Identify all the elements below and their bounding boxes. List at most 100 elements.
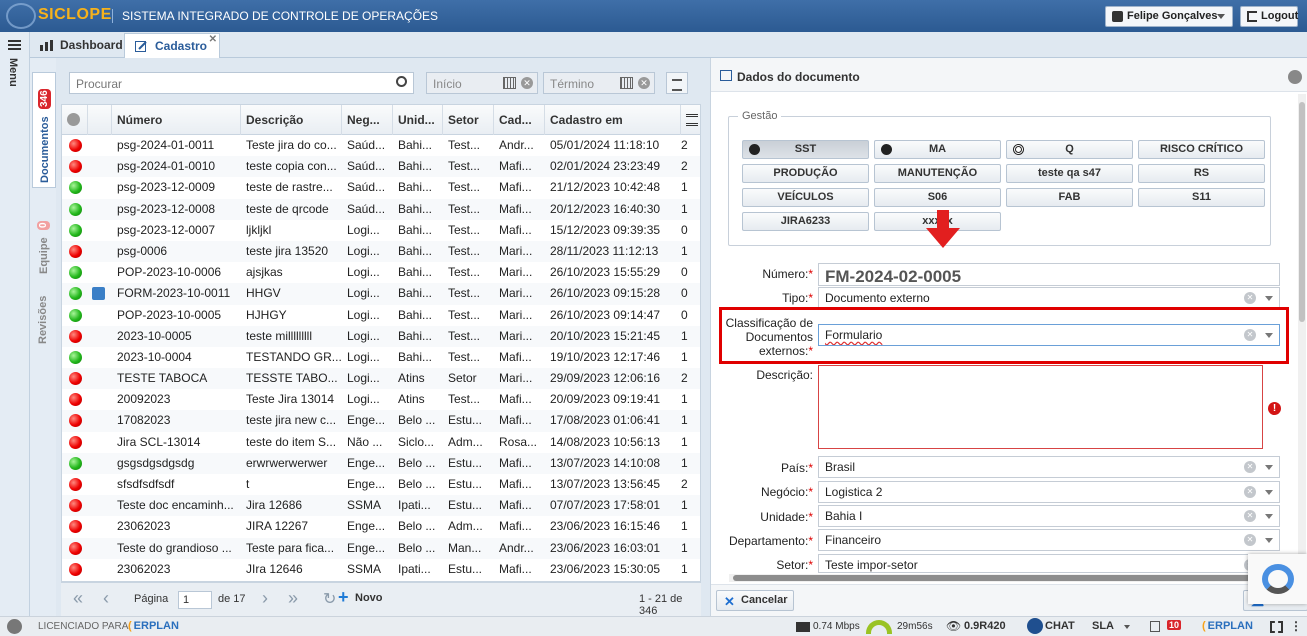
end-date-field[interactable]: Término ✕ xyxy=(543,72,655,94)
col-numero[interactable]: Número xyxy=(112,105,241,135)
clear-icon[interactable]: ✕ xyxy=(521,77,533,89)
search-input[interactable]: Procurar xyxy=(69,72,414,94)
logout-button[interactable]: Logout xyxy=(1240,6,1298,27)
next-page-icon[interactable]: › xyxy=(262,588,268,609)
cancel-button[interactable]: ✕ Cancelar xyxy=(716,590,795,611)
table-row[interactable]: 23062023 JIRA 12267 Enge... Belo ... Adm... M… xyxy=(62,516,700,537)
chat-icon[interactable] xyxy=(1027,618,1043,634)
table-row[interactable]: 23062023 JIra 12646 SSMA Ipati... Estu... Maf… xyxy=(62,559,700,580)
table-row[interactable]: Teste do grandioso ... Teste para fica...… xyxy=(62,537,700,559)
search-icon[interactable] xyxy=(396,76,407,87)
expand-icon[interactable] xyxy=(7,619,22,634)
table-row[interactable]: POP-2023-10-0005 HJHGY Logi... Bahi... Test.… xyxy=(62,305,700,326)
horizontal-scrollbar[interactable] xyxy=(729,574,1299,582)
col-cadastrante[interactable]: Cad... xyxy=(494,105,545,135)
unidade-select[interactable]: Bahia I ✕ xyxy=(818,505,1280,527)
table-row[interactable]: gsgsdgsdgsdg erwrwerwerwer Enge... Belo ...… xyxy=(62,452,700,474)
gestao-button-s06[interactable]: S06 xyxy=(874,188,1001,207)
chevron-down-icon[interactable] xyxy=(1265,465,1273,474)
side-tab-documentos[interactable]: Documentos 346 xyxy=(32,72,56,188)
user-menu-button[interactable]: Felipe Gonçalves xyxy=(1105,6,1233,27)
page-input[interactable]: 1 xyxy=(178,591,212,609)
departamento-select[interactable]: Financeiro ✕ xyxy=(818,529,1280,551)
table-row[interactable]: psg-2024-01-0011 Teste jira do co... Saúd.… xyxy=(62,135,700,156)
first-page-icon[interactable]: « xyxy=(73,588,83,609)
clear-icon[interactable]: ✕ xyxy=(1244,534,1256,546)
chevron-down-icon[interactable] xyxy=(1265,514,1273,523)
chevron-down-icon[interactable] xyxy=(1265,296,1273,305)
table-row[interactable]: 17082023 teste jira new c... Enge... Belo .… xyxy=(62,410,700,432)
column-chooser-icon[interactable] xyxy=(681,105,700,135)
table-row[interactable]: 2023-10-0004 TESTANDO GR... Logi... Bahi...… xyxy=(62,347,700,368)
gestao-button-s11[interactable]: S11 xyxy=(1138,188,1265,207)
start-date-field[interactable]: Início ✕ xyxy=(426,72,538,94)
chevron-down-icon[interactable] xyxy=(1265,490,1273,499)
status-column-header[interactable] xyxy=(62,105,88,135)
table-row[interactable]: POP-2023-10-0006 ajsjkas Logi... Bahi... Tes… xyxy=(62,262,700,283)
clear-icon[interactable]: ✕ xyxy=(1244,461,1256,473)
negocio-select[interactable]: Logistica 2 ✕ xyxy=(818,481,1280,503)
notes-icon[interactable] xyxy=(1150,621,1160,632)
chat-label[interactable]: CHAT xyxy=(1045,620,1075,632)
clear-icon[interactable]: ✕ xyxy=(1244,510,1256,522)
tab-dashboard[interactable]: Dashboard xyxy=(30,33,135,58)
chevron-down-icon[interactable] xyxy=(1265,538,1273,547)
vertical-scroll-thumb[interactable] xyxy=(1299,102,1305,322)
table-row[interactable]: psg-2023-12-0009 teste de rastre... Saúd..… xyxy=(62,177,700,198)
table-row[interactable]: psg-2024-01-0010 teste copia con... Saúd..… xyxy=(62,156,700,178)
gestao-button-jira6233[interactable]: JIRA6233 xyxy=(742,212,869,231)
tab-cadastro[interactable]: Cadastro ✕ xyxy=(124,33,220,58)
pais-select[interactable]: Brasil ✕ xyxy=(818,456,1280,478)
clear-icon[interactable]: ✕ xyxy=(1244,292,1256,304)
gestao-button-risco-cr-tico[interactable]: RISCO CRÍTICO xyxy=(1138,140,1265,159)
gestao-button-produ-o[interactable]: PRODUÇÃO xyxy=(742,164,869,183)
table-row[interactable]: 2023-10-0005 teste milllllllll Logi... Bahi… xyxy=(62,325,700,347)
menu-label[interactable]: Menu xyxy=(7,58,19,87)
notification-count-badge[interactable]: 10 xyxy=(1167,620,1182,630)
col-unidade[interactable]: Unid... xyxy=(393,105,443,135)
more-icon[interactable]: ⋮ xyxy=(1290,619,1302,633)
list-options-button[interactable] xyxy=(666,72,688,94)
last-page-icon[interactable]: » xyxy=(288,588,298,609)
table-row[interactable]: Jira SCL-13014 teste do item S... Não ... S… xyxy=(62,432,700,453)
horizontal-scroll-thumb[interactable] xyxy=(733,575,1288,581)
clear-icon[interactable]: ✕ xyxy=(1244,486,1256,498)
fullscreen-icon[interactable] xyxy=(1270,621,1283,633)
refresh-icon[interactable]: ↻ xyxy=(323,589,336,609)
gestao-button-ma[interactable]: MA xyxy=(874,140,1001,159)
calendar-icon[interactable] xyxy=(620,77,633,89)
table-row[interactable]: sfsdfsdfsdf t Enge... Belo ... Estu... Mafi..… xyxy=(62,474,700,495)
col-descricao[interactable]: Descrição xyxy=(241,105,342,135)
side-tab-revisoes[interactable]: Revisões xyxy=(32,288,56,348)
descricao-textarea[interactable] xyxy=(818,365,1263,449)
gestao-button-manuten-o[interactable]: MANUTENÇÃO xyxy=(874,164,1001,183)
setor-select[interactable]: Teste impor-setor✕ xyxy=(818,554,1280,573)
gestao-button-teste-qa-s47[interactable]: teste qa s47 xyxy=(1006,164,1133,183)
vertical-scrollbar[interactable] xyxy=(1298,94,1306,584)
recaptcha-badge[interactable] xyxy=(1248,554,1307,604)
new-button[interactable]: Novo xyxy=(338,587,382,608)
numero-field[interactable]: FM-2024-02-0005 xyxy=(818,263,1280,286)
table-row[interactable]: psg-2023-12-0007 ljkljkl Logi... Bahi... Tes… xyxy=(62,220,700,241)
gestao-button-fab[interactable]: FAB xyxy=(1006,188,1133,207)
hamburger-menu-icon[interactable] xyxy=(8,40,21,50)
close-tab-icon[interactable]: ✕ xyxy=(209,34,217,45)
collapse-panel-icon[interactable] xyxy=(1288,70,1302,84)
side-tab-equipe[interactable]: Equipe 0 xyxy=(32,200,56,278)
table-row[interactable]: Teste doc encaminh... Jira 12686 SSMA Ipati… xyxy=(62,495,700,517)
gestao-button-rs[interactable]: RS xyxy=(1138,164,1265,183)
tipo-select[interactable]: Documento externo ✕ xyxy=(818,287,1280,309)
col-negocio[interactable]: Neg... xyxy=(342,105,393,135)
table-row[interactable]: psg-0006 teste jira 13520 Logi... Bahi... Te… xyxy=(62,240,700,263)
gestao-button-ve-culos[interactable]: VEÍCULOS xyxy=(742,188,869,207)
col-cadastro-em[interactable]: Cadastro em xyxy=(545,105,681,135)
table-row[interactable]: FORM-2023-10-0011 HHGV Logi... Bahi... Test.… xyxy=(62,283,700,305)
clear-icon[interactable]: ✕ xyxy=(638,77,650,89)
gestao-button-q[interactable]: Q xyxy=(1006,140,1133,159)
table-row[interactable]: psg-2023-12-0008 teste de qrcode Saúd... Ba… xyxy=(62,198,700,220)
external-link-icon[interactable] xyxy=(92,287,105,301)
prev-page-icon[interactable]: ‹ xyxy=(103,588,109,609)
calendar-icon[interactable] xyxy=(503,77,516,89)
table-row[interactable]: TESTE TABOCA TESSTE TABO... Logi... Atins Se… xyxy=(62,368,700,390)
col-setor[interactable]: Setor xyxy=(443,105,494,135)
